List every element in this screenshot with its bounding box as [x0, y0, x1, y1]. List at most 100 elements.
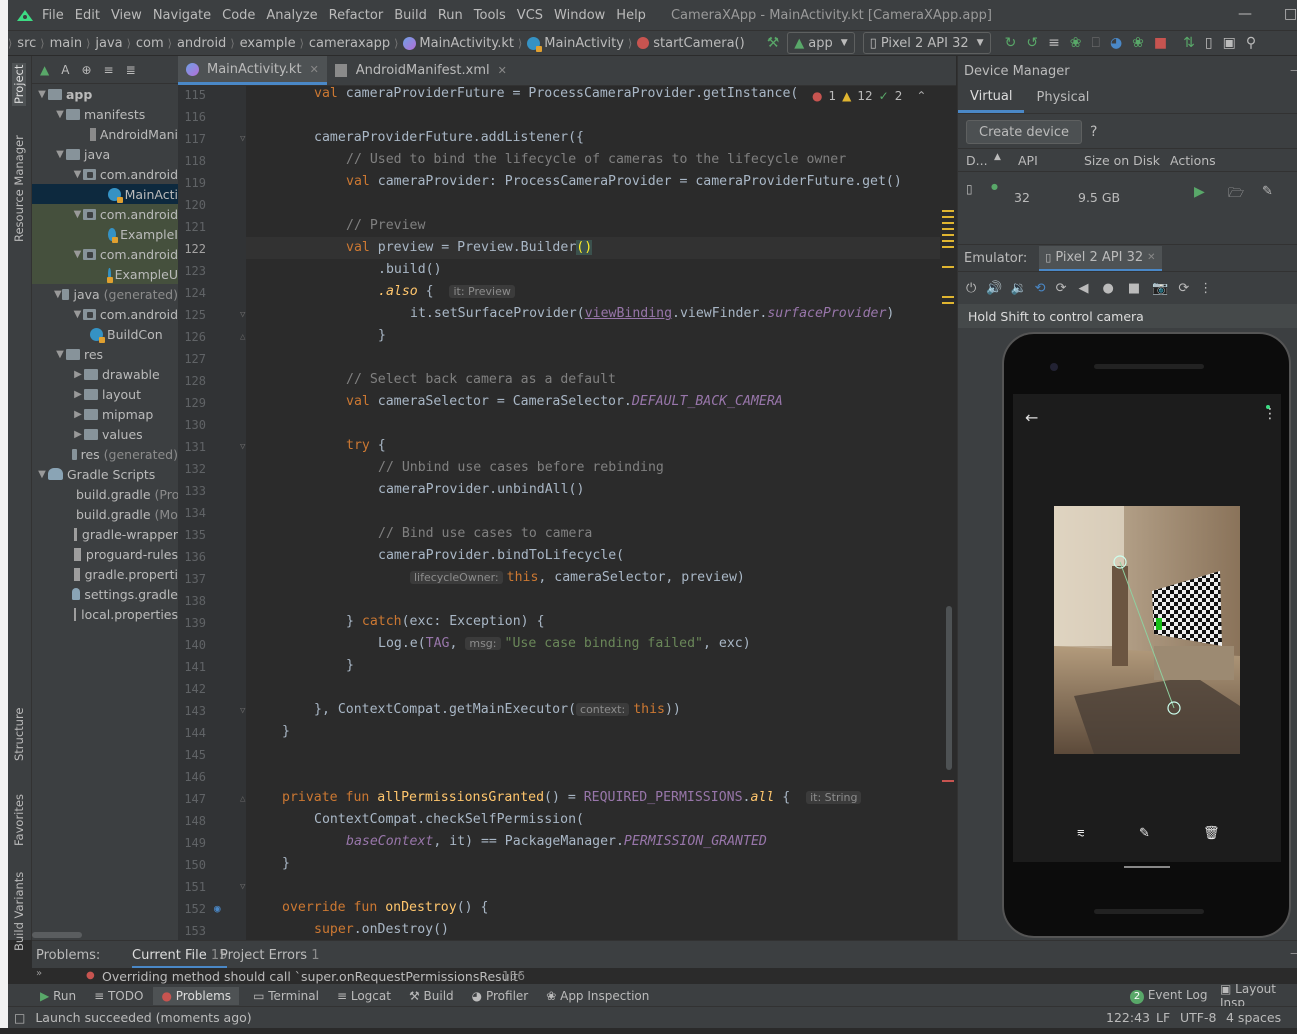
tree-item-package-unittest[interactable]: ▼ com.android [32, 244, 178, 264]
profile-icon[interactable]: ⎕ [1092, 35, 1100, 51]
breadcrumb-java[interactable]: java [95, 36, 122, 51]
warning-marker[interactable] [942, 210, 954, 212]
hide-icon[interactable]: — [1290, 62, 1297, 77]
gesture-handle[interactable] [1124, 866, 1170, 868]
col-device[interactable]: D... [966, 153, 988, 168]
status-icon[interactable]: □ [14, 1011, 25, 1025]
prev-highlight-icon[interactable]: ⌃ [916, 89, 926, 103]
create-device-button[interactable]: Create device [966, 120, 1083, 144]
sdk-manager-icon[interactable]: ▣ [1223, 35, 1236, 51]
run-device-icon[interactable]: ▶ [1194, 184, 1205, 200]
edit-icon[interactable]: ✎ [1139, 826, 1150, 841]
edit-icon[interactable]: ✎ [1262, 184, 1273, 199]
warning-marker[interactable] [942, 302, 954, 304]
apply-code-changes-icon[interactable]: ≡ [1048, 35, 1060, 51]
stop-icon[interactable]: ■ [1154, 35, 1167, 51]
warning-marker[interactable] [942, 234, 954, 236]
collapse-all-icon[interactable]: ≡ [104, 63, 114, 77]
close-icon[interactable]: ✕ [310, 63, 319, 76]
close-icon[interactable]: ✕ [498, 64, 507, 77]
fold-icon[interactable]: ▽ [240, 310, 245, 320]
breadcrumb-android[interactable]: android [177, 36, 226, 51]
device-row[interactable]: ▯ ● 32 9.5 GB ▶ 🗁 ✎ [958, 174, 1297, 214]
editor-tab-mainactivity[interactable]: MainActivity.kt ✕ [178, 56, 327, 85]
tree-item-build-gradle-project[interactable]: build.gradle (Project [32, 484, 178, 504]
project-view-select[interactable]: A [61, 63, 69, 77]
side-tab-structure[interactable]: Structure [12, 708, 26, 762]
line-separator[interactable]: LF [1156, 1010, 1170, 1025]
menu-view[interactable]: View [111, 8, 142, 23]
hide-icon[interactable]: — [1290, 945, 1297, 960]
debug-icon[interactable]: ❀ [1070, 35, 1082, 51]
more-icon[interactable]: ⋮ [1199, 281, 1212, 296]
col-api[interactable]: API [1018, 153, 1038, 168]
inspection-widget[interactable]: ●1 ▲12 ✓2 ⌃ ⌄ [806, 86, 940, 106]
tree-item-manifests[interactable]: ▼ manifests [32, 104, 178, 124]
tab-virtual[interactable]: Virtual [958, 89, 1025, 113]
fold-icon[interactable]: ▽ [240, 134, 245, 144]
warning-marker[interactable] [942, 240, 954, 242]
tree-item-res-generated[interactable]: res (generated) [32, 444, 178, 464]
tab-current-file[interactable]: Current File 15 [132, 948, 228, 968]
close-icon[interactable]: ✕ [1147, 252, 1155, 263]
device-select[interactable]: ▯ Pixel 2 API 32 ▼ [862, 32, 991, 54]
fold-icon[interactable]: ▽ [240, 706, 245, 716]
menu-navigate[interactable]: Navigate [153, 8, 211, 23]
horizontal-scrollbar[interactable] [32, 932, 82, 938]
make-project-icon[interactable]: ⚒ [767, 35, 780, 51]
fold-icon[interactable]: ▽ [240, 442, 245, 452]
side-tab-build-variants[interactable]: Build Variants [12, 872, 26, 951]
maximize-icon[interactable]: □ [1284, 6, 1297, 22]
folder-icon[interactable]: 🗁 [1228, 184, 1244, 206]
tree-item-mainactivity[interactable]: MainActi [32, 184, 178, 204]
caret-position[interactable]: 122:43 [1106, 1010, 1150, 1025]
profiler-icon[interactable]: ◕ [1110, 35, 1122, 51]
tree-item-layout[interactable]: ▶ layout [32, 384, 178, 404]
menu-code[interactable]: Code [222, 8, 255, 23]
file-encoding[interactable]: UTF-8 [1180, 1010, 1216, 1025]
tree-item-java[interactable]: ▼ java [32, 144, 178, 164]
tool-terminal[interactable]: ▭ Terminal [253, 989, 319, 1003]
power-icon[interactable]: ⏻ [966, 281, 976, 296]
menu-file[interactable]: File [42, 8, 64, 23]
tree-item-app[interactable]: ▼ app [32, 84, 178, 104]
warning-marker[interactable] [942, 228, 954, 230]
editor-tab-manifest[interactable]: AndroidManifest.xml ✕ [327, 56, 515, 85]
override-marker-icon[interactable]: ◉ [214, 902, 221, 915]
tab-project-errors[interactable]: Project Errors 1 [220, 948, 320, 963]
menu-help[interactable]: Help [616, 8, 646, 23]
menu-run[interactable]: Run [438, 8, 463, 23]
breadcrumb-main[interactable]: main [50, 36, 82, 51]
tree-item-mipmap[interactable]: ▶ mipmap [32, 404, 178, 424]
tree-item-instrumented-test[interactable]: ExampleI [32, 224, 178, 244]
snapshot-icon[interactable]: ⟳ [1178, 281, 1189, 296]
device-manager-icon[interactable]: ▯ [1205, 35, 1213, 51]
code-editor[interactable]: val cameraProviderFuture = ProcessCamera… [246, 86, 940, 940]
tree-item-package-generated[interactable]: ▼ com.android [32, 304, 178, 324]
menu-refactor[interactable]: Refactor [329, 8, 384, 23]
tree-item-unit-test[interactable]: ExampleU [32, 264, 178, 284]
tree-item-local-properties[interactable]: local.properties [32, 604, 178, 624]
fold-icon[interactable]: ▽ [240, 882, 245, 892]
apply-changes-icon[interactable]: ↺ [1026, 35, 1038, 51]
expand-icon[interactable]: » [36, 968, 42, 979]
rotate-right-icon[interactable]: ⟳ [1056, 281, 1067, 296]
side-tab-resource-manager[interactable]: Resource Manager [12, 135, 26, 242]
tool-logcat[interactable]: ≡ Logcat [337, 989, 391, 1003]
tree-item-java-generated[interactable]: ▼ java (generated) [32, 284, 178, 304]
screenshot-icon[interactable]: 📷 [1152, 281, 1168, 296]
emulator-tab[interactable]: ▯ Pixel 2 API 32 ✕ [1039, 245, 1162, 271]
tab-physical[interactable]: Physical [1024, 90, 1101, 113]
android-view-icon[interactable]: ▲ [40, 63, 49, 77]
warning-marker[interactable] [942, 222, 954, 224]
breadcrumb-class[interactable]: MainActivity [544, 36, 624, 51]
arrow-back-icon[interactable]: ← [1025, 408, 1038, 427]
menu-analyze[interactable]: Analyze [266, 8, 317, 23]
breadcrumb-com[interactable]: com [136, 36, 164, 51]
tree-item-gradle-scripts[interactable]: ▼ Gradle Scripts [32, 464, 178, 484]
editor-scrollbar[interactable] [940, 86, 956, 940]
breadcrumb-example[interactable]: example [240, 36, 296, 51]
tree-item-res[interactable]: ▼ res [32, 344, 178, 364]
tool-event-log[interactable]: 2 Event Log [1130, 988, 1207, 1004]
menu-vcs[interactable]: VCS [517, 8, 543, 23]
